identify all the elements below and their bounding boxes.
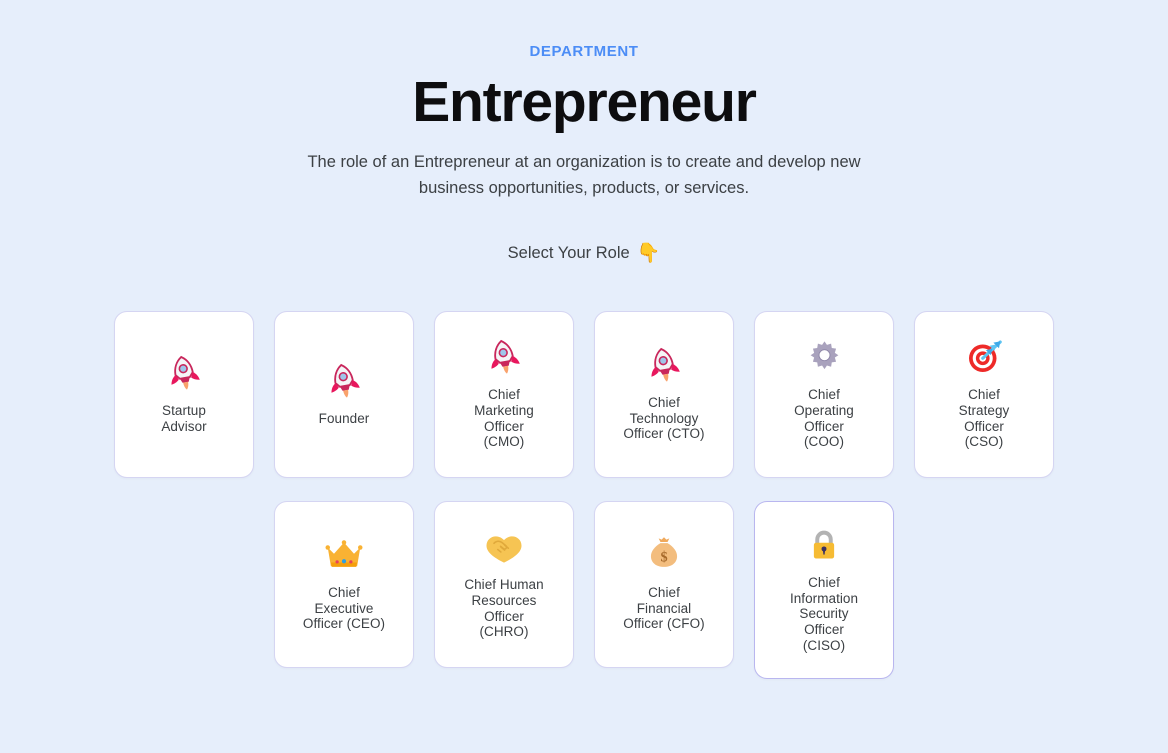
handshake-icon [483, 526, 525, 568]
role-card[interactable]: Chief Executive Officer (CEO) [274, 500, 414, 668]
department-eyebrow-label: DEPARTMENT [529, 43, 639, 60]
role-card[interactable]: Founder [274, 310, 414, 478]
page-description: The role of an Entrepreneur at an organi… [307, 152, 861, 198]
role-card-label: Chief Executive Officer (CEO) [302, 585, 386, 632]
svg-text:$: $ [660, 550, 667, 566]
role-card[interactable]: Chief Information Security Officer (CISO… [754, 500, 894, 679]
role-card-label: Startup Advisor [161, 402, 207, 434]
moneybag-icon-svg: $ [650, 537, 678, 567]
rocket-icon-svg [651, 348, 680, 382]
pointing-down-hand-icon: 👇 [636, 242, 661, 264]
dart-icon [963, 336, 1005, 378]
rocket-icon-svg [491, 340, 520, 374]
rocket-icon-svg [171, 355, 200, 390]
crown-icon [323, 534, 365, 576]
rocket-icon [643, 344, 685, 386]
rocket-icon [323, 360, 365, 402]
gear-icon-svg [810, 341, 838, 369]
page-title: Entrepreneur [412, 70, 757, 134]
handshake-icon-svg [486, 536, 522, 563]
role-card[interactable]: Chief Strategy Officer (CSO) [914, 310, 1054, 478]
dart-icon-svg [969, 340, 1002, 373]
rocket-icon [163, 352, 205, 394]
page-header: DEPARTMENT Entrepreneur The role of an E… [0, 0, 1168, 263]
gear-icon [803, 336, 845, 378]
role-card-label: Chief Operating Officer (COO) [794, 387, 854, 450]
role-card-label: Chief Technology Officer (CTO) [623, 395, 705, 442]
role-card[interactable]: Chief Technology Officer (CTO) [594, 310, 734, 478]
role-card[interactable]: Chief Human Resources Officer (CHRO) [434, 500, 574, 668]
role-card[interactable]: Chief Marketing Officer (CMO) [434, 310, 574, 478]
role-card-row-1: Startup Advisor Founder Chief Marketing … [114, 310, 1054, 478]
lock-icon [803, 524, 845, 566]
select-role-prompt: Select Your Role 👇 [0, 244, 1168, 263]
role-card-row-2: Chief Executive Officer (CEO) Chief Huma… [114, 500, 1054, 679]
moneybag-icon: $ [643, 534, 685, 576]
crown-icon-svg [325, 540, 363, 567]
role-selection-page: DEPARTMENT Entrepreneur The role of an E… [0, 0, 1168, 753]
role-card-label: Founder [318, 410, 370, 426]
role-card[interactable]: $ Chief Financial Officer (CFO) [594, 500, 734, 668]
role-card-label: Chief Information Security Officer (CISO… [789, 574, 859, 653]
rocket-icon [483, 336, 525, 378]
role-card[interactable]: Startup Advisor [114, 310, 254, 478]
role-card-grid: Startup Advisor Founder Chief Marketing … [114, 310, 1054, 679]
role-card-label: Chief Human Resources Officer (CHRO) [464, 577, 544, 640]
role-card-label: Chief Marketing Officer (CMO) [474, 387, 534, 450]
role-card-label: Chief Financial Officer (CFO) [623, 585, 705, 632]
role-card-label: Chief Strategy Officer (CSO) [958, 387, 1010, 450]
role-card[interactable]: Chief Operating Officer (COO) [754, 310, 894, 478]
lock-icon-svg [813, 530, 835, 559]
rocket-icon-svg [331, 363, 360, 398]
select-role-prompt-text: Select Your Role [507, 243, 630, 262]
